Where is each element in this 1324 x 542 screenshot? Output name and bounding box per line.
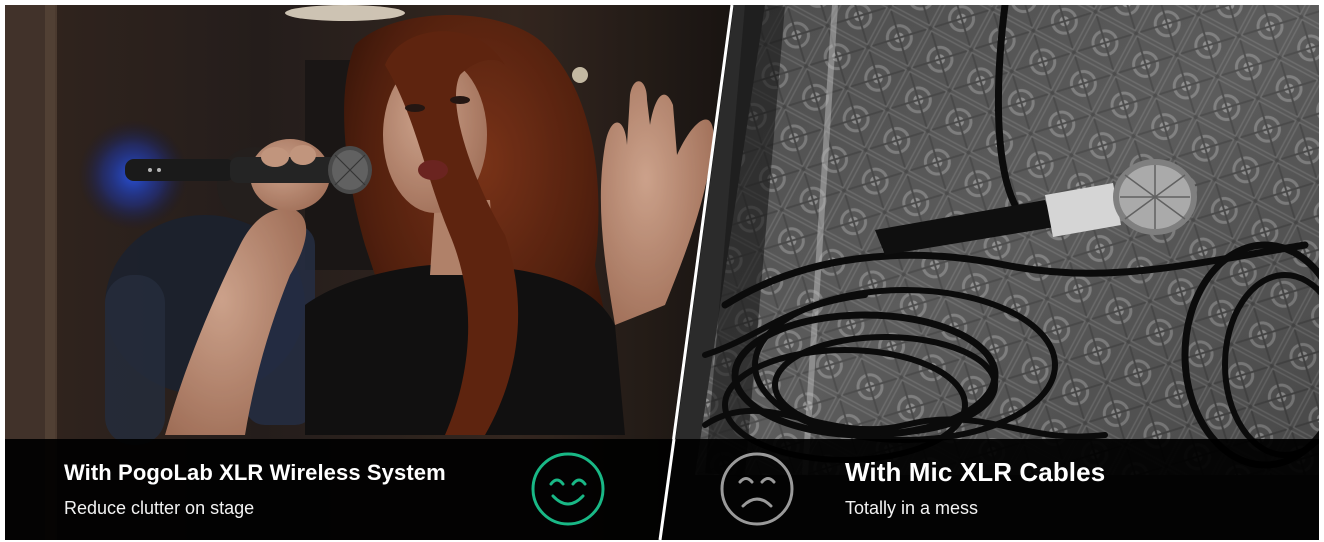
sad-face-icon xyxy=(720,452,794,526)
comparison-banner: With PogoLab XLR Wireless System Reduce … xyxy=(5,5,1319,540)
left-caption-subtitle: Reduce clutter on stage xyxy=(64,498,255,518)
right-caption-title: With Mic XLR Cables xyxy=(845,457,1106,487)
right-caption-subtitle: Totally in a mess xyxy=(845,498,979,518)
smiley-face-icon xyxy=(531,452,605,526)
caption-bar-divider xyxy=(658,439,676,540)
left-caption-title: With PogoLab XLR Wireless System xyxy=(64,460,446,485)
